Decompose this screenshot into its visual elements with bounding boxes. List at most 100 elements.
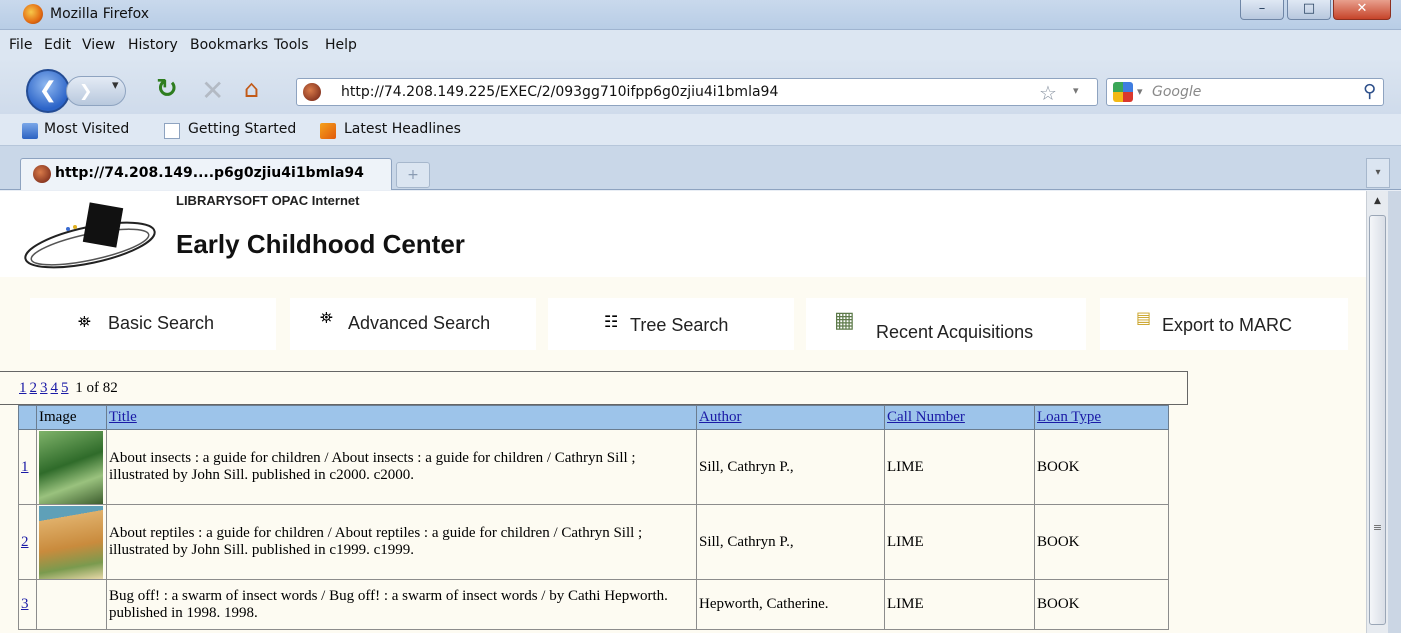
export-marc-button[interactable]: ▤ Export to MARC [1100,298,1348,350]
col-author[interactable]: Author [696,405,885,430]
page-link-2[interactable]: 2 [30,380,38,396]
loan-type-cell: BOOK [1034,579,1169,630]
binoculars-icon: ⛯ [78,312,91,331]
basic-search-button[interactable]: ⛯ Basic Search [30,298,276,350]
menu-tools[interactable]: Tools [274,37,309,53]
scroll-up-icon[interactable]: ▲ [1367,191,1388,211]
url-bar[interactable]: http://74.208.149.225/EXEC/2/093gg710ifp… [296,78,1098,106]
search-magnifier-icon[interactable]: ⚲ [1363,81,1376,102]
stop-icon[interactable]: ✕ [201,74,224,107]
tab-strip: http://74.208.149....p6g0zjiu4i1bmla94 +… [0,146,1401,190]
call-number-cell: LIME [884,579,1035,630]
call-number-cell: LIME [884,504,1035,580]
sort-call-number-link[interactable]: Call Number [887,409,965,425]
system-label: LIBRARYSOFT OPAC Internet [176,193,360,208]
title-cell: About reptiles : a guide for children / … [106,504,697,580]
page-status: 1 of 82 [75,380,118,396]
grip-icon: ≡ [1372,521,1383,534]
results-pager: 12345 1 of 82 [0,371,1188,405]
forward-arrow-icon: ❯ [79,81,93,100]
maximize-icon: □ [1302,1,1316,16]
close-button[interactable]: ✕ [1333,0,1391,20]
title-bar: Mozilla Firefox – □ ✕ [0,0,1401,30]
bookmark-getting-started[interactable]: Getting Started [188,121,296,137]
search-input[interactable]: Google [1152,84,1201,100]
recent-acquisitions-label: Recent Acquisitions [876,322,1034,342]
table-row: 2 About reptiles : a guide for children … [18,504,1169,580]
menu-view[interactable]: View [82,37,115,53]
folder-export-icon: ▤ [1136,308,1152,327]
sort-title-link[interactable]: Title [109,409,137,425]
scrollbar-thumb[interactable]: ≡ [1369,215,1386,625]
url-history-dropdown-icon[interactable]: ▾ [1073,84,1079,97]
record-link[interactable]: 1 [21,459,29,475]
page-icon [164,123,180,139]
menu-history[interactable]: History [128,37,178,53]
bookmark-most-visited[interactable]: Most Visited [44,121,129,137]
search-bar[interactable]: ▾ Google ⚲ [1106,78,1384,106]
advanced-search-button[interactable]: ⛯ Advanced Search [290,298,536,350]
menu-help[interactable]: Help [325,37,357,53]
vertical-scrollbar[interactable]: ▲ ≡ [1366,191,1388,633]
book-cover-image[interactable] [39,505,103,579]
most-visited-icon [22,123,38,139]
close-icon: ✕ [1356,1,1368,16]
col-number [18,405,37,430]
search-engine-dropdown-icon[interactable]: ▾ [1137,85,1143,98]
call-number-cell: LIME [884,429,1035,505]
col-call-number[interactable]: Call Number [884,405,1035,430]
new-tab-button[interactable]: + [396,162,430,188]
home-icon[interactable]: ⌂ [244,75,259,103]
table-row: 1 About insects : a guide for children /… [18,429,1169,505]
back-arrow-icon: ❮ [38,78,58,103]
bookmark-star-icon[interactable]: ☆ [1039,81,1057,105]
tree-search-button[interactable]: ☷ Tree Search [548,298,794,350]
firefox-logo-icon [23,4,43,24]
box-icon: ▦ [834,308,855,333]
record-link[interactable]: 2 [21,534,29,550]
page-link-4[interactable]: 4 [51,380,59,396]
sort-author-link[interactable]: Author [699,409,742,425]
page-link-5[interactable]: 5 [61,380,69,396]
site-favicon-icon [303,83,321,101]
navigation-toolbar: ❮ ❯ ▾ ↻ ✕ ⌂ http://74.208.149.225/EXEC/2… [0,60,1401,114]
col-loan-type[interactable]: Loan Type [1034,405,1169,430]
author-cell: Hepworth, Catherine. [696,579,885,630]
record-link[interactable]: 3 [21,596,29,612]
table-row: 3 Bug off! : a swarm of insect words / B… [18,579,1169,630]
library-header: LIBRARYSOFT OPAC Internet Early Childhoo… [0,191,1366,277]
tree-icon: ☷ [604,312,619,331]
loan-type-cell: BOOK [1034,504,1169,580]
history-dropdown-icon[interactable]: ▾ [112,78,119,93]
back-button[interactable]: ❮ [26,69,70,113]
loan-type-cell: BOOK [1034,429,1169,505]
sort-loan-type-link[interactable]: Loan Type [1037,409,1101,425]
reload-icon[interactable]: ↻ [156,74,178,104]
bookmark-latest-headlines[interactable]: Latest Headlines [344,121,461,137]
tab-favicon-icon [33,165,51,183]
page-link-3[interactable]: 3 [40,380,48,396]
minimize-button[interactable]: – [1240,0,1284,20]
page-content: LIBRARYSOFT OPAC Internet Early Childhoo… [0,191,1366,633]
col-image: Image [36,405,107,430]
menu-edit[interactable]: Edit [44,37,71,53]
book-cover-image[interactable] [39,430,103,504]
google-icon[interactable] [1113,82,1133,102]
pager-links: 12345 1 of 82 [19,380,118,397]
tab-current[interactable]: http://74.208.149....p6g0zjiu4i1bmla94 [20,158,392,190]
title-cell: About insects : a guide for children / A… [106,429,697,505]
tab-list-dropdown-icon[interactable]: ▾ [1366,158,1390,188]
tab-label: http://74.208.149....p6g0zjiu4i1bmla94 [55,165,364,181]
maximize-button[interactable]: □ [1287,0,1331,20]
col-title[interactable]: Title [106,405,697,430]
author-cell: Sill, Cathryn P., [696,429,885,505]
page-link-1[interactable]: 1 [19,380,27,396]
menu-file[interactable]: File [9,37,32,53]
author-cell: Sill, Cathryn P., [696,504,885,580]
url-text[interactable]: http://74.208.149.225/EXEC/2/093gg710ifp… [341,84,778,100]
recent-acquisitions-button[interactable]: ▦ Recent Acquisitions [806,298,1086,350]
menu-bookmarks[interactable]: Bookmarks [190,37,268,53]
advanced-search-label: Advanced Search [348,313,491,333]
tree-search-label: Tree Search [630,315,729,335]
library-name: Early Childhood Center [176,229,465,259]
